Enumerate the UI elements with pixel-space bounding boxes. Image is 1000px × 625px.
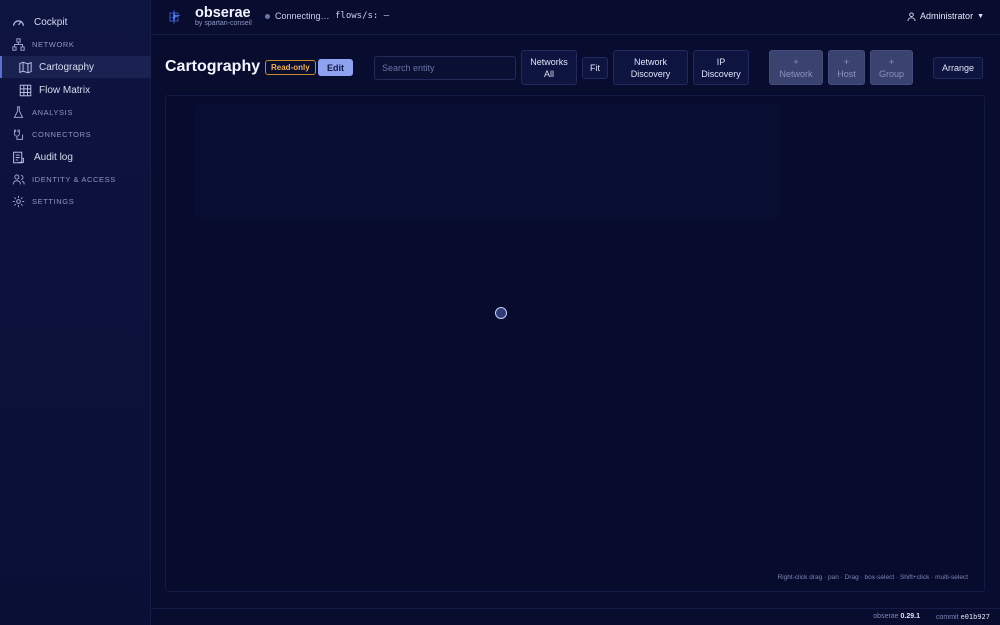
map-icon <box>19 61 32 74</box>
add-group-button[interactable]: + Group <box>870 50 913 85</box>
user-menu[interactable]: Administrator ▼ <box>907 11 984 21</box>
sidebar-section-settings[interactable]: SETTINGS <box>0 190 151 212</box>
page-title: Cartography <box>165 58 261 75</box>
chevron-down-icon: ▼ <box>977 12 984 20</box>
sidebar-section-label: IDENTITY & ACCESS <box>32 174 116 184</box>
button-label: Host <box>837 68 856 79</box>
logo-icon <box>167 9 181 25</box>
networks-filter-button[interactable]: Networks All <box>521 50 577 85</box>
button-label: IP <box>716 56 726 67</box>
sidebar-section-connectors[interactable]: CONNECTORS <box>0 123 151 145</box>
fit-button[interactable]: Fit <box>582 57 608 79</box>
button-label: Fit <box>590 63 600 73</box>
add-host-button[interactable]: + Host <box>828 50 865 85</box>
sidebar-item-label: Cartography <box>39 61 95 73</box>
top-header: obserae by spartan-conseil Connecting… f… <box>151 0 1000 35</box>
sidebar-item-flow-matrix[interactable]: Flow Matrix <box>0 79 151 101</box>
grid-icon <box>19 84 32 97</box>
button-label: Arrange <box>941 63 975 73</box>
sidebar-item-audit-log[interactable]: Audit log <box>0 146 151 168</box>
readonly-badge: Read-only <box>265 60 316 75</box>
search-input[interactable] <box>374 56 516 80</box>
user-icon <box>907 11 916 21</box>
sidebar: Cockpit NETWORK Cartography Flow Matrix … <box>0 0 151 625</box>
cartography-canvas[interactable]: Right-click drag · pan · Drag · box-sele… <box>165 95 985 592</box>
commit-hash: e01b927 <box>960 613 990 621</box>
network-discovery-button[interactable]: Network Discovery <box>613 50 688 85</box>
add-network-button[interactable]: + Network <box>769 50 823 85</box>
button-label: Group <box>878 68 904 79</box>
footer: obserae 0.29.1 commit e01b927 <box>151 608 1000 625</box>
sidebar-section-label: CONNECTORS <box>32 129 92 139</box>
sidebar-item-cockpit[interactable]: Cockpit <box>0 11 151 33</box>
button-label: Discovery <box>701 68 741 79</box>
sidebar-item-label: Flow Matrix <box>39 84 91 96</box>
commit-info: commit e01b927 <box>936 613 990 621</box>
user-name: Administrator <box>920 11 974 21</box>
version-info: obserae 0.29.1 <box>873 613 920 620</box>
sidebar-section-identity-access[interactable]: IDENTITY & ACCESS <box>0 168 151 190</box>
button-label: All <box>543 68 554 79</box>
gauge-icon <box>12 16 25 29</box>
version-number: 0.29.1 <box>900 613 920 620</box>
button-label: Network <box>779 68 813 79</box>
brand-name: obserae <box>195 5 251 21</box>
plus-icon: + <box>843 56 850 67</box>
button-label: Networks <box>530 56 568 67</box>
canvas-shade-region <box>194 104 780 218</box>
commit-label: commit <box>935 614 959 621</box>
flask-icon <box>12 105 25 119</box>
edit-button[interactable]: Edit <box>318 59 353 76</box>
plug-icon <box>12 128 25 141</box>
sidebar-section-label: NETWORK <box>32 39 75 49</box>
network-icon <box>12 37 25 51</box>
connection-status-dot <box>265 14 270 19</box>
arrange-button[interactable]: Arrange <box>933 57 983 79</box>
canvas-hint: Right-click drag · pan · Drag · box-sele… <box>777 574 968 581</box>
sidebar-section-label: ANALYSIS <box>32 107 73 117</box>
button-label: Network <box>633 56 667 67</box>
brand-subtitle: by spartan-conseil <box>195 20 252 27</box>
graph-node[interactable] <box>495 307 507 319</box>
sidebar-section-analysis[interactable]: ANALYSIS <box>0 101 151 123</box>
plus-icon: + <box>888 56 895 67</box>
connection-status: Connecting… <box>275 11 330 21</box>
plus-icon: + <box>793 56 799 67</box>
ledger-icon <box>12 151 25 164</box>
sidebar-section-network[interactable]: NETWORK <box>0 33 151 55</box>
sidebar-item-label: Audit log <box>34 151 73 163</box>
sidebar-item-label: Cockpit <box>34 16 68 28</box>
button-label: Discovery <box>630 68 671 79</box>
users-icon <box>12 173 25 186</box>
flows-per-second: flows/s: — <box>335 11 390 21</box>
sidebar-section-label: SETTINGS <box>32 196 75 206</box>
app-name: obserae <box>873 613 899 620</box>
gear-icon <box>12 195 25 208</box>
sidebar-item-cartography[interactable]: Cartography <box>0 56 151 78</box>
ip-discovery-button[interactable]: IP Discovery <box>693 50 749 85</box>
